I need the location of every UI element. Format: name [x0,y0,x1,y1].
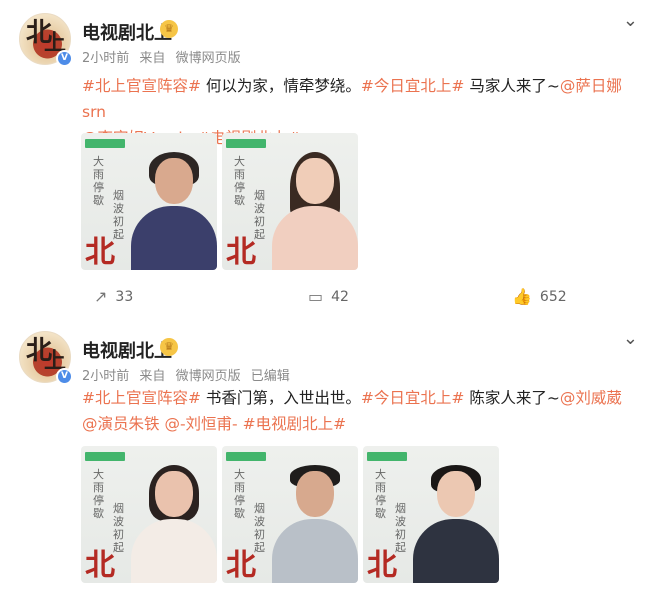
post-image[interactable]: 大雨停歇 烟波初起 北 [363,446,499,583]
text-plain: 书香门第，入世出世。 [200,389,361,407]
comment-button[interactable]: ▭ 42 [308,287,349,306]
source-prefix: 来自 [139,51,166,66]
post-time[interactable]: 2小时前 [82,369,129,384]
user-name[interactable]: 电视剧北上 [82,19,172,45]
post-image[interactable]: 大雨停歇 烟波初起 北 [81,133,217,270]
image-badge [367,452,407,461]
post-actions: ↗ 33 ▭ 42 👍 652 [0,282,660,312]
hashtag-link[interactable]: #北上官宣阵容# [82,389,201,407]
weibo-post: 北 上 V 电视剧北上 ♛ 2小时前 来自 微博网页版 ⌄ #北上官宣阵容# 何… [0,0,660,318]
image-calligraphy: 大雨停歇 [234,155,245,207]
crown-icon[interactable]: ♛ [160,20,178,38]
image-calligraphy: 烟波初起 [395,502,406,554]
post-image[interactable]: 大雨停歇 烟波初起 北 [222,133,358,270]
post-image[interactable]: 大雨停歇 烟波初起 北 [222,446,358,583]
image-red-mark: 北 [226,548,256,583]
image-calligraphy: 烟波初起 [254,502,265,554]
portrait-young-man [411,463,499,583]
image-calligraphy: 烟波初起 [113,189,124,241]
like-count: 652 [539,289,567,305]
verified-icon: V [56,368,73,385]
hashtag-link[interactable]: #电视剧北上# [243,415,346,433]
image-calligraphy: 大雨停歇 [93,468,104,520]
image-red-mark: 北 [367,548,397,583]
mention-link[interactable]: @演员朱铁 [82,415,160,433]
portrait-man [270,463,358,583]
text-plain: 陈家人来了~ [464,389,560,407]
image-badge [85,452,125,461]
share-icon: ↗ [94,287,108,306]
text-plain: 何以为家，情牵梦绕。 [200,77,361,95]
portrait-older-woman [129,150,217,270]
hashtag-link[interactable]: #北上官宣阵容# [82,77,201,95]
post-meta: 2小时前 来自 微博网页版 [82,47,247,66]
image-calligraphy: 烟波初起 [254,189,265,241]
weibo-post: 北 上 V 电视剧北上 ♛ 2小时前 来自 微博网页版 已编辑 ⌄ #北上官宣阵… [0,318,660,593]
image-red-mark: 北 [85,235,115,270]
post-meta: 2小时前 来自 微博网页版 已编辑 [82,365,296,384]
image-badge [226,452,266,461]
image-red-mark: 北 [85,548,115,583]
source-prefix: 来自 [139,369,166,384]
post-time[interactable]: 2小时前 [82,51,129,66]
image-calligraphy: 大雨停歇 [375,468,386,520]
image-red-mark: 北 [226,235,256,270]
post-image[interactable]: 大雨停歇 烟波初起 北 [81,446,217,583]
edited-label[interactable]: 已编辑 [251,369,290,384]
repost-count: 33 [115,289,134,305]
mention-link[interactable]: @刘威葳 [560,389,622,407]
repost-button[interactable]: ↗ 33 [94,287,133,306]
image-badge [226,139,266,148]
chevron-down-icon[interactable]: ⌄ [623,10,638,31]
crown-icon[interactable]: ♛ [160,338,178,356]
image-calligraphy: 大雨停歇 [234,468,245,520]
post-source[interactable]: 微博网页版 [176,51,241,66]
hashtag-link[interactable]: #今日宜北上# [361,389,464,407]
image-badge [85,139,125,148]
hashtag-link[interactable]: #今日宜北上# [361,77,464,95]
post-source[interactable]: 微博网页版 [176,369,241,384]
comment-count: 42 [331,289,349,305]
portrait-young-woman [270,150,358,270]
post-text: #北上官宣阵容# 书香门第，入世出世。#今日宜北上# 陈家人来了~@刘威葳 @演员… [82,385,642,437]
portrait-woman [129,463,217,583]
mention-link[interactable]: @-刘恒甫- [164,415,237,433]
thumbs-up-icon: 👍 [512,287,532,306]
user-name[interactable]: 电视剧北上 [82,337,172,363]
image-calligraphy: 大雨停歇 [93,155,104,207]
comment-icon: ▭ [308,287,324,306]
chevron-down-icon[interactable]: ⌄ [623,328,638,349]
like-button[interactable]: 👍 652 [512,287,567,306]
text-plain: 马家人来了~ [464,77,560,95]
image-calligraphy: 烟波初起 [113,502,124,554]
verified-icon: V [56,50,73,67]
